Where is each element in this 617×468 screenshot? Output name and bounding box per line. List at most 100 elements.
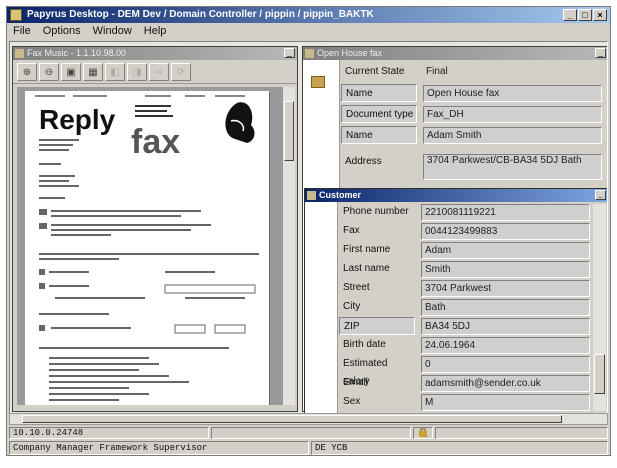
field-fax: Fax 0044123499883 — [339, 222, 590, 242]
fit-page-icon[interactable]: ▣ — [61, 63, 81, 81]
field-value[interactable]: 24.06.1964 — [421, 337, 590, 354]
prev-page-icon[interactable]: ◧ — [105, 63, 125, 81]
app-icon — [10, 9, 22, 21]
field-city: City Bath — [339, 298, 590, 318]
close-button[interactable]: × — [593, 9, 607, 21]
field-label: Estimated salary — [343, 358, 388, 387]
field-label: City — [343, 301, 361, 312]
menu-window[interactable]: Window — [93, 23, 132, 40]
forward-icon[interactable]: ⇨ — [149, 63, 169, 81]
field-label: Address — [345, 156, 382, 167]
scroll-thumb[interactable] — [284, 101, 294, 161]
logo-figure — [225, 102, 255, 143]
fax-viewer-title: Fax Music - 1.1.10.98.00 — [27, 48, 127, 58]
field-label: Sex — [343, 396, 361, 407]
field-email: Email adamsmith@sender.co.uk — [339, 374, 590, 394]
zoom-out-icon[interactable]: ⊖ — [39, 63, 59, 81]
fax-viewer-window: Fax Music - 1.1.10.98.00 _ ⊕ ⊖ ▣ ▦ ◧ ◨ ⇨… — [12, 46, 298, 412]
field-value[interactable]: BA34 5DJ — [421, 318, 590, 335]
lock-icon — [419, 428, 427, 437]
field-current-state: Current State Final — [341, 63, 602, 83]
customer-titlebar[interactable]: Customer _ — [305, 189, 607, 202]
maximize-button[interactable]: □ — [578, 9, 592, 21]
field-name: Name Adam Smith — [341, 126, 602, 146]
field-first-name: First name Adam — [339, 241, 590, 261]
field-value[interactable]: M — [421, 394, 590, 411]
field-birth-date: Birth date 24.06.1964 — [339, 336, 590, 356]
field-label: Current State — [345, 66, 405, 77]
fax-page: Reply fax — [25, 91, 269, 405]
field-label: Street — [343, 282, 370, 293]
field-label: Birth date — [343, 339, 386, 350]
field-label: Document type — [341, 105, 417, 123]
field-value[interactable]: Adam — [421, 242, 590, 259]
field-value[interactable]: Adam Smith — [423, 127, 602, 144]
field-label: First name — [343, 244, 391, 255]
menu-options[interactable]: Options — [43, 23, 81, 40]
document-canvas[interactable]: Reply fax — [17, 87, 283, 405]
field-label: Fax — [343, 225, 360, 236]
field-value[interactable]: Fax_DH — [423, 106, 602, 123]
refresh-icon[interactable]: ⟳ — [171, 63, 191, 81]
menu-help[interactable]: Help — [144, 23, 167, 40]
viewer-vertical-scrollbar[interactable] — [282, 87, 295, 405]
customer-tree-panel[interactable] — [305, 202, 338, 413]
field-street: Street 3704 Parkwest — [339, 279, 590, 299]
minimize-button[interactable]: _ — [563, 9, 577, 21]
scroll-thumb[interactable] — [594, 354, 605, 394]
status-locale: DE YCB — [311, 441, 608, 455]
field-value[interactable]: Smith — [421, 261, 590, 278]
zoom-in-icon[interactable]: ⊕ — [17, 63, 37, 81]
field-document-type: Document type Fax_DH — [341, 105, 602, 125]
fax-heading: fax — [131, 123, 180, 161]
customer-title: Customer — [319, 190, 362, 200]
field-value[interactable]: 0 — [421, 356, 590, 373]
window-title: Papyrus Desktop - DEM Dev / Domain Contr… — [27, 9, 374, 20]
customer-vertical-scrollbar[interactable] — [593, 204, 606, 411]
document-icon — [15, 49, 24, 58]
field-zip: ZIP BA34 5DJ — [339, 317, 590, 337]
minimize-icon[interactable]: _ — [595, 48, 606, 58]
field-estimated-salary: Estimated salary 0 — [339, 355, 590, 387]
minimize-icon[interactable]: _ — [284, 48, 295, 58]
field-value[interactable]: 0044123499883 — [421, 223, 590, 240]
next-page-icon[interactable]: ◨ — [127, 63, 147, 81]
field-value[interactable]: 2210081119221 — [421, 204, 590, 221]
status-bar: 10.10.0.24748 — [9, 427, 608, 439]
open-house-title: Open House fax — [317, 48, 383, 58]
horizontal-scrollbar[interactable] — [9, 413, 608, 425]
folder-icon — [305, 49, 314, 58]
field-label: ZIP — [339, 317, 415, 335]
status-icon — [413, 427, 433, 439]
status-address: 10.10.0.24748 — [9, 427, 209, 439]
field-last-name: Last name Smith — [339, 260, 590, 280]
title-bar[interactable]: Papyrus Desktop - DEM Dev / Domain Contr… — [7, 7, 610, 23]
fax-page-image: Reply fax — [35, 95, 259, 401]
field-value[interactable]: Open House fax — [423, 85, 602, 102]
fax-viewer-titlebar[interactable]: Fax Music - 1.1.10.98.00 _ — [13, 47, 297, 60]
field-phone-number: Phone number 2210081119221 — [339, 203, 590, 223]
field-name: Name Open House fax — [341, 84, 602, 104]
field-label: Name — [341, 84, 417, 102]
status-extra — [435, 427, 608, 439]
field-label: Last name — [343, 263, 390, 274]
field-value[interactable]: Bath — [421, 299, 590, 316]
viewer-toolbar: ⊕ ⊖ ▣ ▦ ◧ ◨ ⇨ ⟳ — [13, 60, 297, 84]
field-sex: Sex M — [339, 393, 590, 413]
menu-file[interactable]: File — [13, 23, 31, 40]
tree-node-icon[interactable] — [311, 76, 325, 88]
scroll-thumb[interactable] — [22, 415, 562, 423]
fit-width-icon[interactable]: ▦ — [83, 63, 103, 81]
status-empty — [211, 427, 411, 439]
bottom-bar: Company Manager Framework Supervisor DE … — [9, 441, 608, 455]
status-role: Company Manager Framework Supervisor — [9, 441, 309, 455]
customer-window: Customer _ Phone number 2210081119221 Fa… — [304, 188, 607, 414]
open-house-titlebar[interactable]: Open House fax _ — [303, 47, 607, 60]
app-window: Papyrus Desktop - DEM Dev / Domain Contr… — [6, 6, 611, 456]
field-value[interactable]: adamsmith@sender.co.uk — [421, 375, 590, 392]
field-value[interactable]: 3704 Parkwest — [421, 280, 590, 297]
field-label: Email — [343, 377, 369, 388]
reply-heading: Reply — [39, 104, 116, 135]
field-value[interactable]: 3704 Parkwest/CB-BA34 5DJ Bath — [423, 154, 602, 180]
minimize-icon[interactable]: _ — [595, 190, 606, 200]
